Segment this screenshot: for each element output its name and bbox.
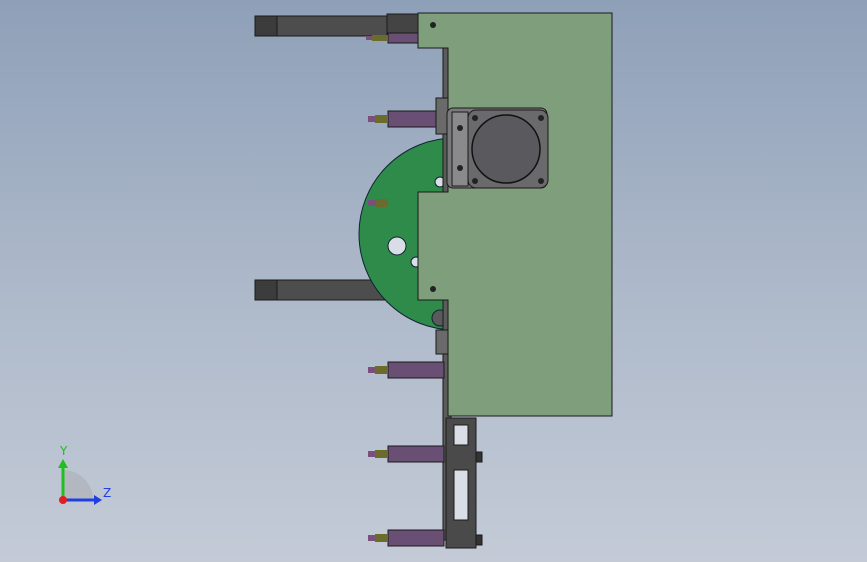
assembly-model[interactable] — [254, 12, 613, 549]
cylinder-4 — [368, 361, 445, 379]
bottom-slotted-bracket — [445, 417, 483, 549]
disc-hole-large — [387, 236, 407, 256]
cylinder-2 — [368, 110, 437, 128]
x-axis-dot — [59, 496, 67, 504]
cylinder-5 — [368, 445, 445, 463]
triad-plane-icon — [63, 470, 93, 500]
cad-viewport[interactable]: Y Z — [0, 0, 867, 562]
cylinder-3 — [368, 199, 388, 207]
stepper-motor — [446, 107, 549, 189]
motor-face — [471, 114, 541, 184]
z-axis-label: Z — [103, 486, 111, 500]
plate-hole-mid — [430, 286, 436, 292]
y-axis-label: Y — [59, 444, 68, 458]
orientation-triad[interactable]: Y Z — [58, 444, 111, 505]
cylinder-6 — [368, 529, 445, 547]
plate-hole-top — [430, 22, 436, 28]
